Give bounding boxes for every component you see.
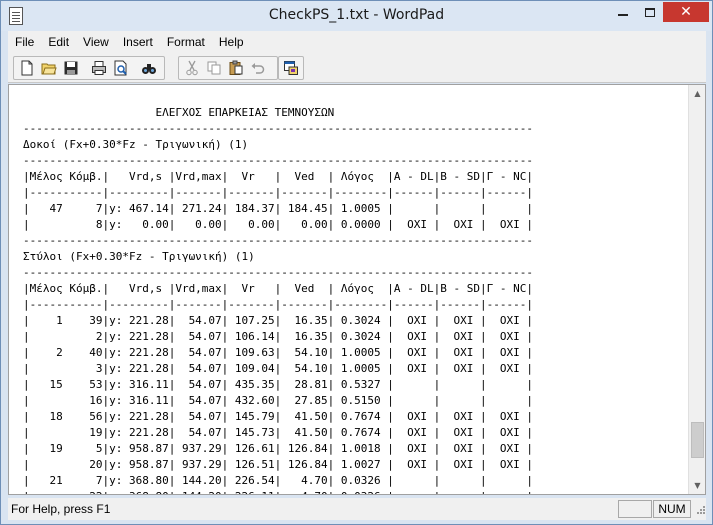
scroll-down-button[interactable]: ▼ xyxy=(689,477,705,494)
document-line: | 2 40|y: 221.28| 54.07| 109.63| 54.10| … xyxy=(23,346,533,359)
document-line: |-----------|---------|-------|-------|-… xyxy=(23,298,533,311)
print-button[interactable] xyxy=(88,58,110,78)
status-panel-caps xyxy=(618,500,652,518)
new-document-icon xyxy=(21,60,33,76)
document-line: | 19|y: 221.28| 54.07| 145.73| 41.50| 0.… xyxy=(23,426,533,439)
print-preview-icon xyxy=(114,60,127,76)
paste-icon xyxy=(229,60,243,75)
toolbar-group-edit xyxy=(178,56,278,80)
document-line: |-----------|---------|-------|-------|-… xyxy=(23,186,533,199)
document-line: Στύλοι (Fx+0.30*Fz - Τριγωνική) (1) xyxy=(23,250,255,263)
document-line: | 18 56|y: 221.28| 54.07| 145.79| 41.50|… xyxy=(23,410,533,423)
cut-button[interactable] xyxy=(181,58,203,78)
copy-button[interactable] xyxy=(203,58,225,78)
chevron-up-icon: ▲ xyxy=(694,89,701,98)
toolbar-group-main xyxy=(13,56,165,80)
new-document-button[interactable] xyxy=(16,58,38,78)
toolbar-group-insert xyxy=(278,56,304,80)
scroll-up-button[interactable]: ▲ xyxy=(689,85,705,102)
document-line: Δοκοί (Fx+0.30*Fz - Τριγωνική) (1) xyxy=(23,138,249,151)
maximize-icon xyxy=(645,7,655,17)
document-line: | 1 39|y: 221.28| 54.07| 107.25| 16.35| … xyxy=(23,314,533,327)
menu-format[interactable]: Format xyxy=(160,35,212,49)
document-line: | 3|y: 221.28| 54.07| 109.04| 54.10| 1.0… xyxy=(23,362,533,375)
document-line: | 47 7|y: 467.14| 271.24| 184.37| 184.45… xyxy=(23,202,533,215)
paste-button[interactable] xyxy=(225,58,247,78)
document-line: ----------------------------------------… xyxy=(23,234,533,247)
document-line: ----------------------------------------… xyxy=(23,154,533,167)
minimize-button[interactable] xyxy=(609,2,637,22)
print-preview-button[interactable] xyxy=(110,58,132,78)
save-icon xyxy=(64,61,78,75)
chevron-down-icon: ▼ xyxy=(694,481,701,490)
document-line: ΕΛΕΓΧΟΣ ΕΠΑΡΚΕΙΑΣ ΤΕΜΝΟΥΣΩΝ xyxy=(23,106,335,119)
save-button[interactable] xyxy=(60,58,82,78)
document-line: | 19 5|y: 958.87| 937.29| 126.61| 126.84… xyxy=(23,442,533,455)
insert-object-icon xyxy=(284,61,298,75)
document-line: ----------------------------------------… xyxy=(23,122,533,135)
document-line: | 2|y: 221.28| 54.07| 106.14| 16.35| 0.3… xyxy=(23,330,533,343)
document-line: ----------------------------------------… xyxy=(23,266,533,279)
menu-view[interactable]: View xyxy=(76,35,116,49)
document-line: | 20|y: 958.87| 937.29| 126.51| 126.84| … xyxy=(23,458,533,471)
toolbar xyxy=(8,53,706,83)
close-button[interactable]: ✕ xyxy=(663,2,709,22)
wordpad-window: CheckPS_1.txt - WordPad ✕ File Edit View… xyxy=(0,0,713,525)
document-line: |Μέλος Κόμβ.| Vrd,s |Vrd,max| Vr | Ved |… xyxy=(23,170,533,183)
title-bar[interactable]: CheckPS_1.txt - WordPad ✕ xyxy=(1,1,712,31)
open-folder-icon xyxy=(41,63,57,75)
vertical-scrollbar[interactable]: ▲ ▼ xyxy=(688,85,705,494)
menu-edit[interactable]: Edit xyxy=(41,35,76,49)
maximize-button[interactable] xyxy=(637,2,663,22)
minimize-icon xyxy=(618,14,628,16)
menu-help[interactable]: Help xyxy=(212,35,251,49)
document-line: |Μέλος Κόμβ.| Vrd,s |Vrd,max| Vr | Ved |… xyxy=(23,282,533,295)
document-text[interactable]: ΕΛΕΓΧΟΣ ΕΠΑΡΚΕΙΑΣ ΤΕΜΝΟΥΣΩΝ -------------… xyxy=(23,105,693,494)
document-area[interactable]: ΕΛΕΓΧΟΣ ΕΠΑΡΚΕΙΑΣ ΤΕΜΝΟΥΣΩΝ -------------… xyxy=(8,84,706,495)
close-icon: ✕ xyxy=(680,4,692,20)
menu-bar: File Edit View Insert Format Help xyxy=(8,31,706,53)
open-button[interactable] xyxy=(38,58,60,78)
cut-icon xyxy=(186,60,198,76)
resize-grip-icon[interactable] xyxy=(694,504,706,518)
window-title: CheckPS_1.txt - WordPad xyxy=(268,7,445,23)
print-icon xyxy=(92,61,106,75)
document-line: | 8|y: 0.00| 0.00| 0.00| 0.00| 0.0000 | … xyxy=(23,218,533,231)
menu-file[interactable]: File xyxy=(8,35,41,49)
status-panel-num: NUM xyxy=(653,500,691,518)
document-line: | 21 7|y: 368.80| 144.20| 226.54| 4.70| … xyxy=(23,474,533,487)
find-button[interactable] xyxy=(138,58,160,78)
menu-insert[interactable]: Insert xyxy=(116,35,160,49)
undo-icon xyxy=(251,63,265,74)
scroll-thumb[interactable] xyxy=(691,422,704,458)
document-line: | 15 53|y: 316.11| 54.07| 435.35| 28.81|… xyxy=(23,378,533,391)
document-line: | 16|y: 316.11| 54.07| 432.60| 27.85| 0.… xyxy=(23,394,533,407)
copy-icon xyxy=(207,61,221,75)
status-bar: For Help, press F1 NUM xyxy=(8,498,706,520)
document-line: | 22|y: 368.80| 144.20| 226.11| 4.70| 0.… xyxy=(23,489,693,494)
find-icon xyxy=(142,64,156,74)
undo-button[interactable] xyxy=(247,58,269,78)
insert-object-button[interactable] xyxy=(281,58,301,78)
status-help-text: For Help, press F1 xyxy=(11,502,111,516)
